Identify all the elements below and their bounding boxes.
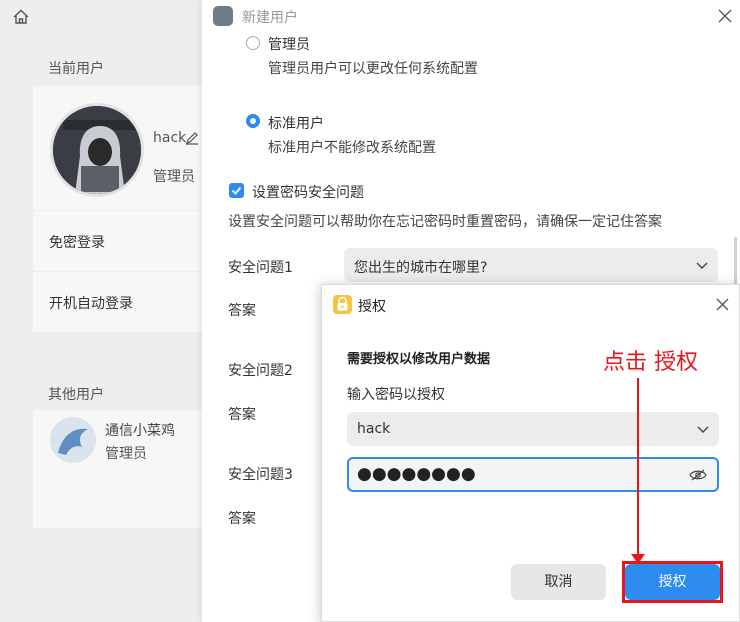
passwordless-login-label: 免密登录: [49, 235, 105, 251]
auto-login-row[interactable]: 开机自动登录: [33, 272, 205, 332]
security-question-checkbox[interactable]: [229, 183, 244, 198]
auth-heading: 需要授权以修改用户数据: [347, 352, 491, 367]
auth-user-select[interactable]: hack: [347, 412, 719, 446]
home-icon[interactable]: [12, 8, 30, 26]
current-user-role: 管理员: [153, 169, 195, 185]
answer1-label: 答案: [228, 303, 256, 319]
padlock-icon: [337, 296, 348, 311]
question3-label: 安全问题3: [228, 467, 293, 483]
admin-option-label: 管理员: [268, 37, 310, 53]
question2-label: 安全问题2: [228, 363, 293, 379]
other-user-name: 通信小菜鸡: [105, 423, 175, 439]
cancel-button[interactable]: 取消: [511, 564, 606, 600]
admin-radio[interactable]: [246, 36, 260, 50]
password-label: 输入密码以授权: [347, 387, 445, 403]
other-user-avatar[interactable]: [50, 417, 96, 463]
settings-sidebar: 当前用户 hack 管理员 免密登录 开机自动登录 其他用户 通信小菜鸡 管理员: [0, 0, 205, 622]
answer3-label: 答案: [228, 511, 256, 527]
chevron-down-icon: [696, 262, 708, 269]
security-question-label: 设置密码安全问题: [252, 185, 364, 201]
checkmark-icon: [231, 186, 242, 195]
highlight-box: [622, 561, 723, 603]
new-user-dialog-title: 新建用户: [242, 10, 298, 26]
standard-user-radio[interactable]: [246, 114, 260, 128]
other-users-title: 其他用户: [48, 387, 104, 403]
eye-off-icon[interactable]: [689, 468, 707, 482]
current-users-title: 当前用户: [48, 61, 104, 77]
password-input[interactable]: ●●●●●●●●: [347, 457, 719, 492]
annotation-arrow-head: [631, 554, 645, 564]
auth-dialog-title: 授权: [358, 299, 386, 315]
question1-label: 安全问题1: [228, 260, 293, 276]
lock-icon: [333, 295, 352, 314]
answer2-label: 答案: [228, 407, 256, 423]
avatar[interactable]: [50, 103, 144, 197]
security-question-desc: 设置安全问题可以帮助你在忘记密码时重置密码，请确保一定记住答案: [228, 214, 662, 230]
current-user-name: hack: [153, 130, 187, 146]
chevron-down-icon: [697, 426, 709, 433]
dragon-avatar-icon: [50, 417, 96, 463]
password-mask: ●●●●●●●●: [357, 464, 476, 484]
auth-dialog: 授权 需要授权以修改用户数据 输入密码以授权 hack ●●●●●●●● 取消 …: [321, 284, 740, 622]
passwordless-login-row[interactable]: 免密登录: [33, 211, 205, 271]
close-icon[interactable]: [718, 9, 732, 23]
standard-option-desc: 标准用户不能修改系统配置: [268, 140, 436, 156]
edit-pencil-icon[interactable]: [185, 131, 199, 145]
annotation-arrow-line: [637, 378, 639, 558]
standard-option-label: 标准用户: [268, 116, 324, 132]
annotation-text: 点击 授权: [603, 350, 698, 375]
question1-select[interactable]: 您出生的城市在哪里?: [344, 248, 718, 282]
auto-login-label: 开机自动登录: [49, 296, 133, 312]
settings-app-icon: [213, 6, 233, 26]
close-icon[interactable]: [716, 298, 729, 311]
question1-value: 您出生的城市在哪里?: [354, 260, 488, 276]
auth-user-value: hack: [357, 421, 391, 437]
admin-option-desc: 管理员用户可以更改任何系统配置: [268, 61, 478, 77]
other-user-role: 管理员: [105, 446, 147, 462]
